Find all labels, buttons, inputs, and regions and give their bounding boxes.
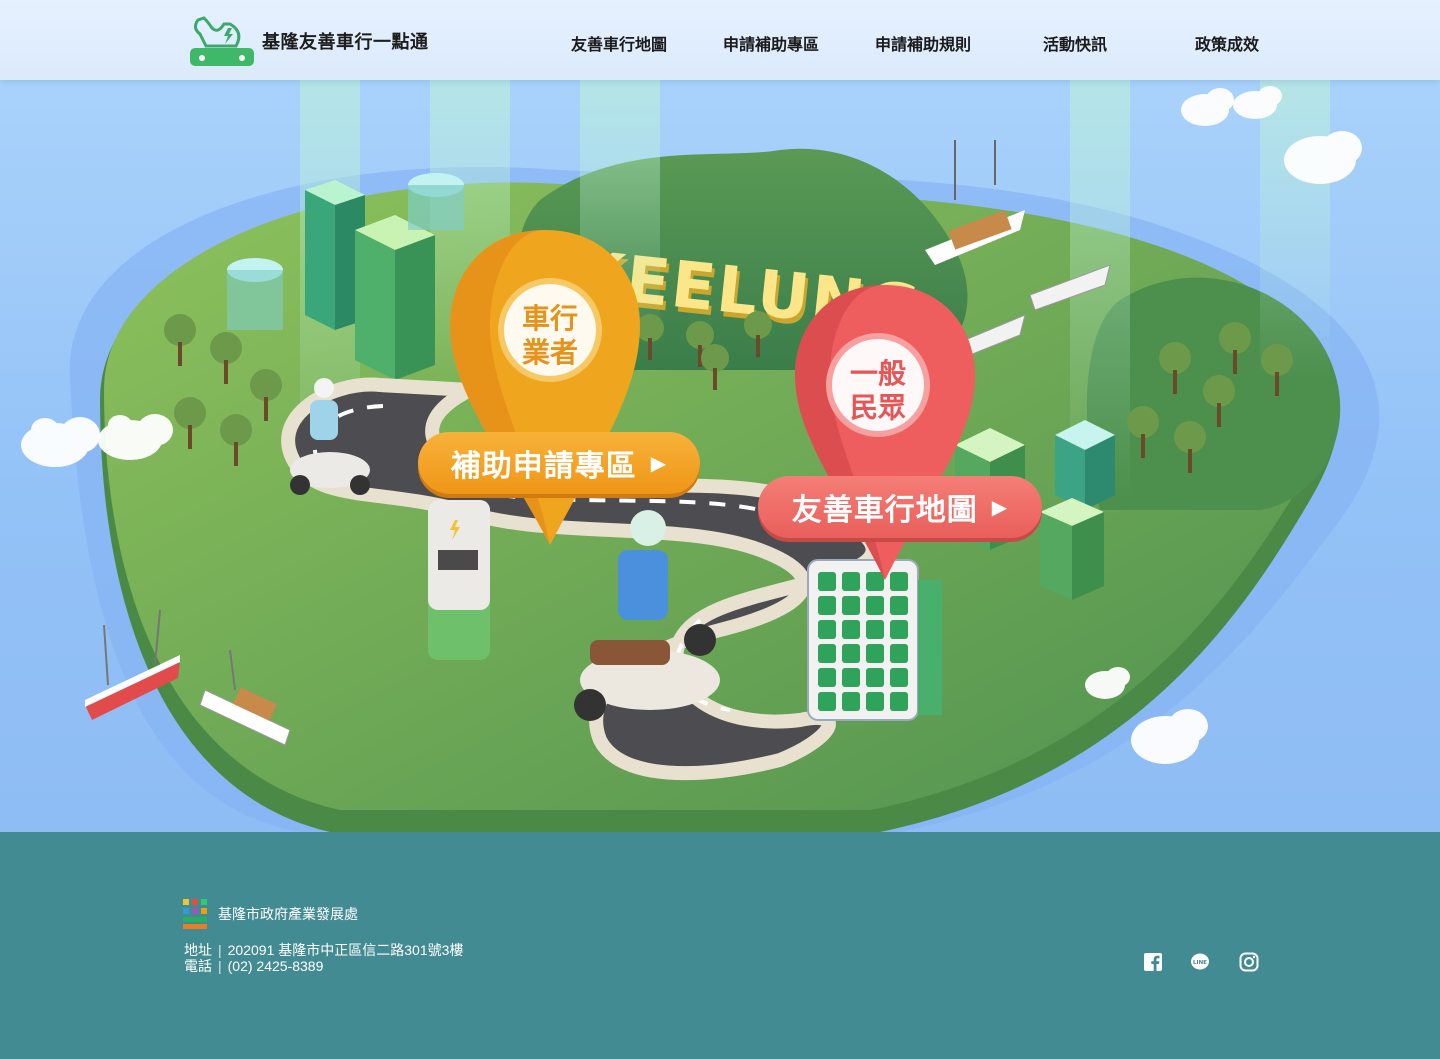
panel-cell <box>866 668 884 687</box>
panel-cell <box>866 692 884 711</box>
panel-cell <box>866 620 884 639</box>
panel-cell <box>890 644 908 663</box>
site-header: 基隆友善車行一點通 友善車行地圖 申請補助專區 申請補助規則 活動快訊 政策成效 <box>0 0 1440 80</box>
nav-apply-subsidy[interactable]: 申請補助專區 <box>723 31 819 55</box>
pin-public-line2: 民眾 <box>849 392 906 423</box>
play-arrow-icon: ▶ <box>991 496 1009 519</box>
subsidy-application-label: 補助申請專區 <box>450 450 637 483</box>
panel-cell <box>890 668 908 687</box>
panel-cell <box>842 596 860 615</box>
phone-label: 電話 <box>184 958 212 974</box>
separator: | <box>218 942 222 958</box>
site-footer: 基隆市政府產業發展處 地址 | 202091 基隆市中正區信二路301號3樓 電… <box>0 832 1440 1059</box>
svg-text:LINE: LINE <box>1193 960 1207 966</box>
instagram-icon[interactable] <box>1239 952 1259 972</box>
panel-cell <box>818 596 836 615</box>
panel-cell <box>818 668 836 687</box>
panel-cell <box>842 620 860 639</box>
panel-cell <box>842 668 860 687</box>
line-icon[interactable]: LINE <box>1190 952 1210 972</box>
contact-info: 地址 | 202091 基隆市中正區信二路301號3樓 電話 | (02) 24… <box>184 942 463 974</box>
main-nav: 友善車行地圖 申請補助專區 申請補助規則 活動快訊 政策成效 <box>0 31 1440 54</box>
separator: | <box>218 958 222 974</box>
nav-friendly-map[interactable]: 友善車行地圖 <box>571 31 667 55</box>
subsidy-application-button[interactable]: 補助申請專區 ▶ <box>418 432 700 494</box>
org-block: 基隆市政府產業發展處 <box>182 897 358 931</box>
facebook-icon[interactable] <box>1143 952 1163 972</box>
nav-news[interactable]: 活動快訊 <box>1043 31 1107 55</box>
panel-cell <box>866 572 884 591</box>
org-name: 基隆市政府產業發展處 <box>218 906 358 922</box>
pin-public-label: 一般 民眾 <box>828 357 928 425</box>
panel-cell <box>890 692 908 711</box>
play-arrow-icon: ▶ <box>650 452 668 475</box>
pin-public-line1: 一般 <box>849 358 906 389</box>
panel-cell <box>842 572 860 591</box>
pin-business-line2: 業者 <box>521 337 578 368</box>
nav-policy-results[interactable]: 政策成效 <box>1195 31 1259 55</box>
panel-cell <box>890 596 908 615</box>
address-label: 地址 <box>184 942 212 958</box>
friendly-map-button[interactable]: 友善車行地圖 ▶ <box>758 476 1042 538</box>
keelung-city-logo-icon <box>183 899 207 929</box>
hero-illustration: KEELUNG KEELUNG 車行 業者 一般 民眾 補助申請專區 ▶ 友善車… <box>0 80 1440 832</box>
panel-cell <box>866 644 884 663</box>
panel-cell <box>818 692 836 711</box>
pin-business-line1: 車行 <box>521 303 578 334</box>
panel-cell <box>842 644 860 663</box>
panel-cell <box>818 572 836 591</box>
friendly-map-label: 友善車行地圖 <box>791 494 978 527</box>
keelung-island-illustration: KEELUNG KEELUNG <box>21 80 1380 832</box>
panel-cell <box>890 620 908 639</box>
panel-cell <box>866 596 884 615</box>
pin-business-label: 車行 業者 <box>500 302 600 370</box>
phone-value: (02) 2425-8389 <box>227 958 324 974</box>
panel-cell <box>842 692 860 711</box>
panel-cell <box>890 572 908 591</box>
charging-station-illustration <box>428 500 490 660</box>
panel-cell <box>818 644 836 663</box>
address-value: 202091 基隆市中正區信二路301號3樓 <box>227 942 464 958</box>
nav-subsidy-rules[interactable]: 申請補助規則 <box>875 31 971 55</box>
panel-cell <box>818 620 836 639</box>
